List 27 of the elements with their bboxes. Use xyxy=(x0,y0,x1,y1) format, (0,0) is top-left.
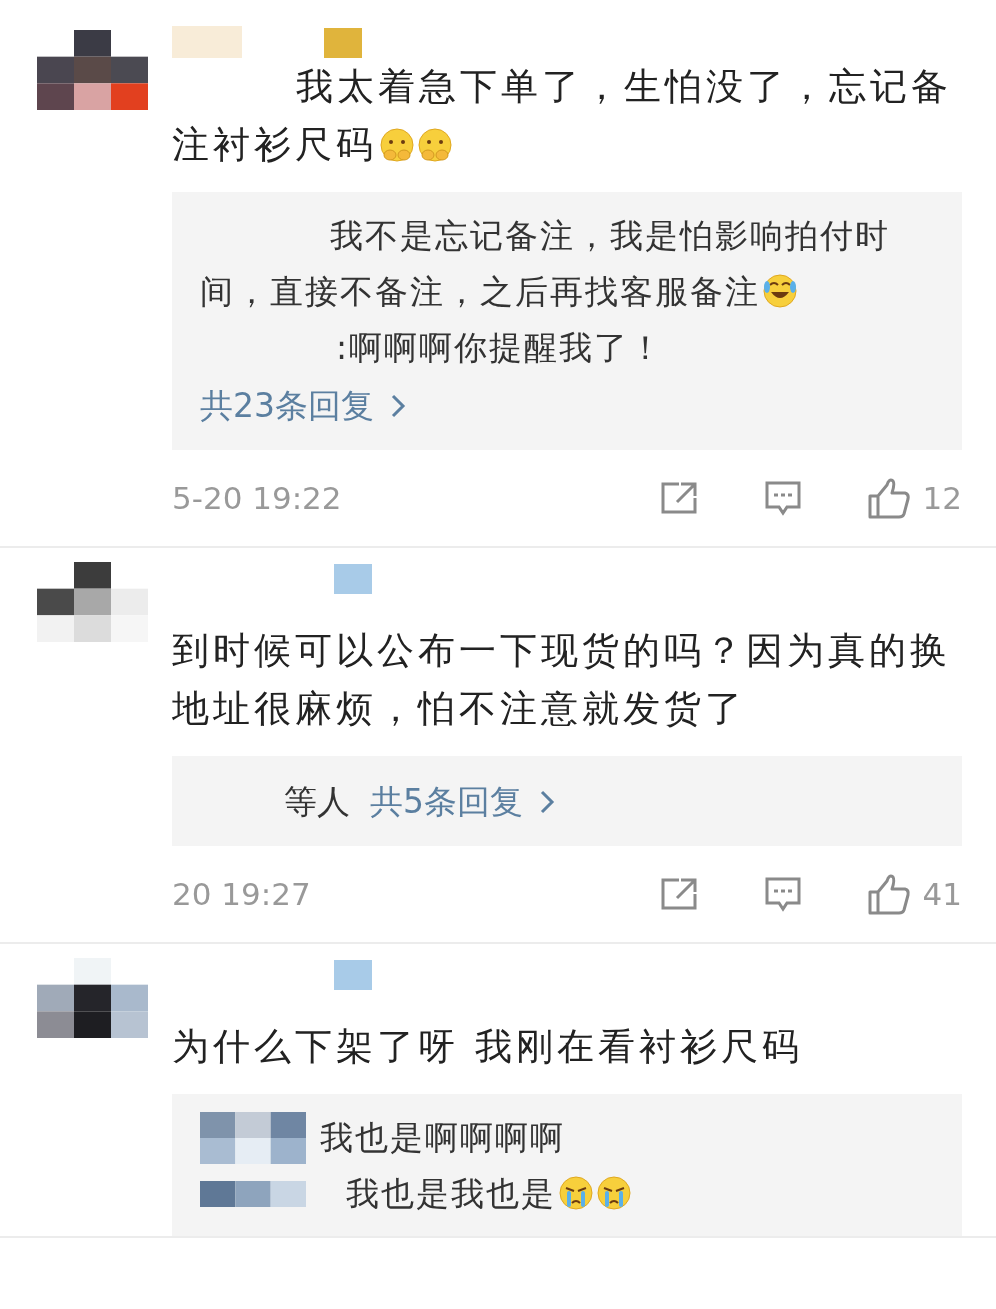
more-replies-link[interactable]: 共23条回复 xyxy=(200,376,406,436)
emoji-icon xyxy=(762,273,798,309)
blurred-name xyxy=(334,564,372,594)
chevron-icon xyxy=(539,789,555,815)
more-replies-link[interactable]: 共5条回复 xyxy=(370,772,555,832)
reply-text: 我也是啊啊啊啊 xyxy=(320,1117,565,1159)
comment-text: 为什么下架了呀 我刚在看衬衫尺码 xyxy=(172,1024,804,1070)
reply-text: 我也是我也是 xyxy=(346,1166,632,1222)
blurred-name xyxy=(334,960,372,990)
comment-time: 5-20 19:22 xyxy=(172,480,343,516)
chevron-icon xyxy=(390,393,406,419)
blurred-name xyxy=(324,28,362,58)
thumbs-up-icon[interactable] xyxy=(866,476,911,520)
comment-time: 20 19:27 xyxy=(172,876,312,912)
reply-users: 等人 xyxy=(284,782,350,821)
emoji-icon xyxy=(379,127,415,163)
like-count: 12 xyxy=(922,480,962,516)
comment-text: 到时候可以公布一下现货的吗？因为真的换地址很麻烦，怕不注意就发货了 xyxy=(172,628,952,732)
emoji-icon xyxy=(417,127,453,163)
like-count: 41 xyxy=(922,876,962,912)
thumbs-up-icon[interactable] xyxy=(866,872,911,916)
reply-text: :啊啊啊你提醒我了！ xyxy=(335,327,666,369)
comment-text: 我太着急下单了，生怕没了，忘记备注衬衫尺码 xyxy=(172,64,953,168)
emoji-icon xyxy=(558,1175,594,1211)
blurred-name xyxy=(172,26,242,58)
reply-text: 我不是忘记备注，我是怕影响拍付时间，直接不备注，之后再找客服备注 xyxy=(200,215,891,313)
emoji-icon xyxy=(596,1175,632,1211)
